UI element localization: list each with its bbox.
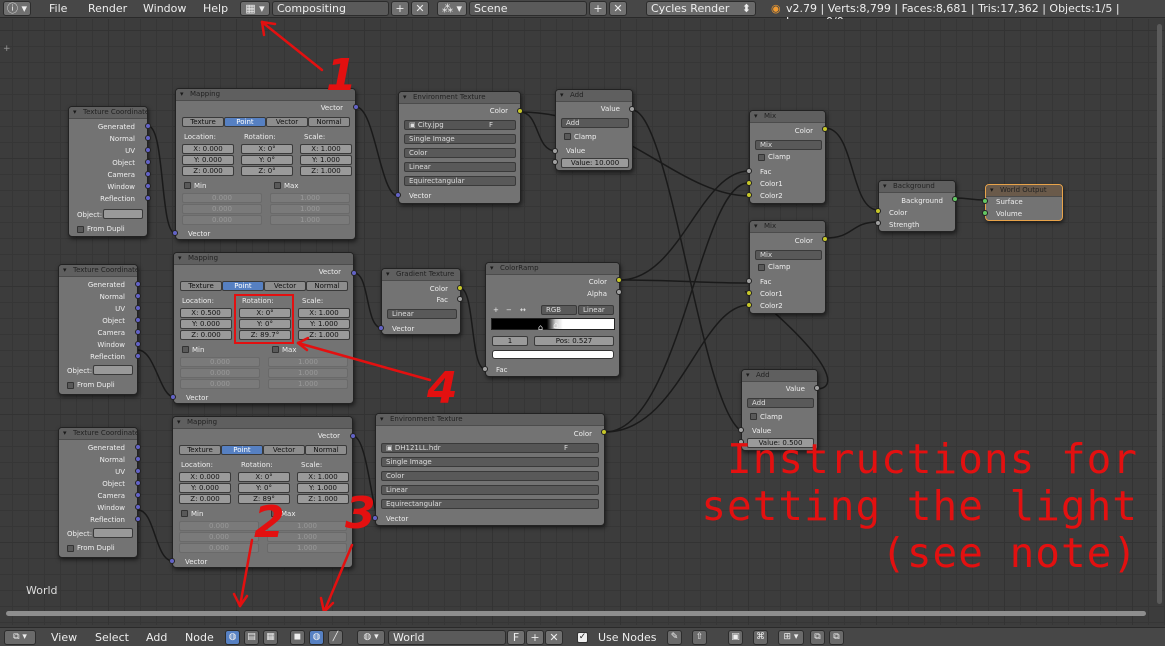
world-shader-icon[interactable]: ◍ [309, 630, 324, 645]
go-parent-icon[interactable]: ⇧ [692, 630, 707, 645]
snap-element-icon[interactable]: ⊞ ▾ [778, 630, 804, 645]
use-nodes-label: Use Nodes [598, 631, 657, 644]
shader-nodes-icon[interactable]: ◍ [225, 630, 240, 645]
annotation-number-4: 4 [427, 363, 458, 414]
annotation-instructions-text: Instructions for setting the light (see … [701, 435, 1138, 577]
fake-user-button[interactable]: F [507, 630, 525, 645]
texture-nodes-icon[interactable]: ▦ [263, 630, 278, 645]
object-shader-icon[interactable]: ◼ [290, 630, 305, 645]
menu-node[interactable]: Node [185, 631, 214, 644]
compositing-nodes-icon[interactable]: ▤ [244, 630, 259, 645]
paste-nodes-icon[interactable]: ⧉ [829, 630, 844, 645]
editor-world-label: World [26, 584, 58, 597]
menu-view[interactable]: View [51, 631, 77, 644]
world-browse-icon[interactable]: ◍ ▾ [357, 630, 385, 645]
menu-select[interactable]: Select [95, 631, 129, 644]
editor-type-button[interactable]: ⧉ ▾ [4, 630, 36, 645]
annotation-number-2: 2 [254, 497, 285, 548]
vertical-scrollbar[interactable] [1157, 24, 1162, 604]
linestyle-shader-icon[interactable]: ╱ [328, 630, 343, 645]
pin-icon[interactable]: ✎ [667, 630, 682, 645]
new-world-button[interactable]: + [526, 630, 544, 645]
annotation-number-3: 3 [345, 488, 376, 539]
world-name-field[interactable]: World [388, 630, 506, 645]
backdrop-icon[interactable]: ▣ [728, 630, 743, 645]
snap-icon[interactable]: ⌘ [753, 630, 768, 645]
use-nodes-checkbox[interactable]: ✓ [577, 632, 588, 643]
menu-add[interactable]: Add [146, 631, 167, 644]
node-editor-icon: ⧉ ▾ [13, 632, 27, 642]
horizontal-scrollbar[interactable] [6, 611, 1146, 616]
annotation-number-1: 1 [326, 50, 357, 101]
copy-nodes-icon[interactable]: ⧉ [810, 630, 825, 645]
unlink-world-button[interactable]: ✕ [545, 630, 563, 645]
